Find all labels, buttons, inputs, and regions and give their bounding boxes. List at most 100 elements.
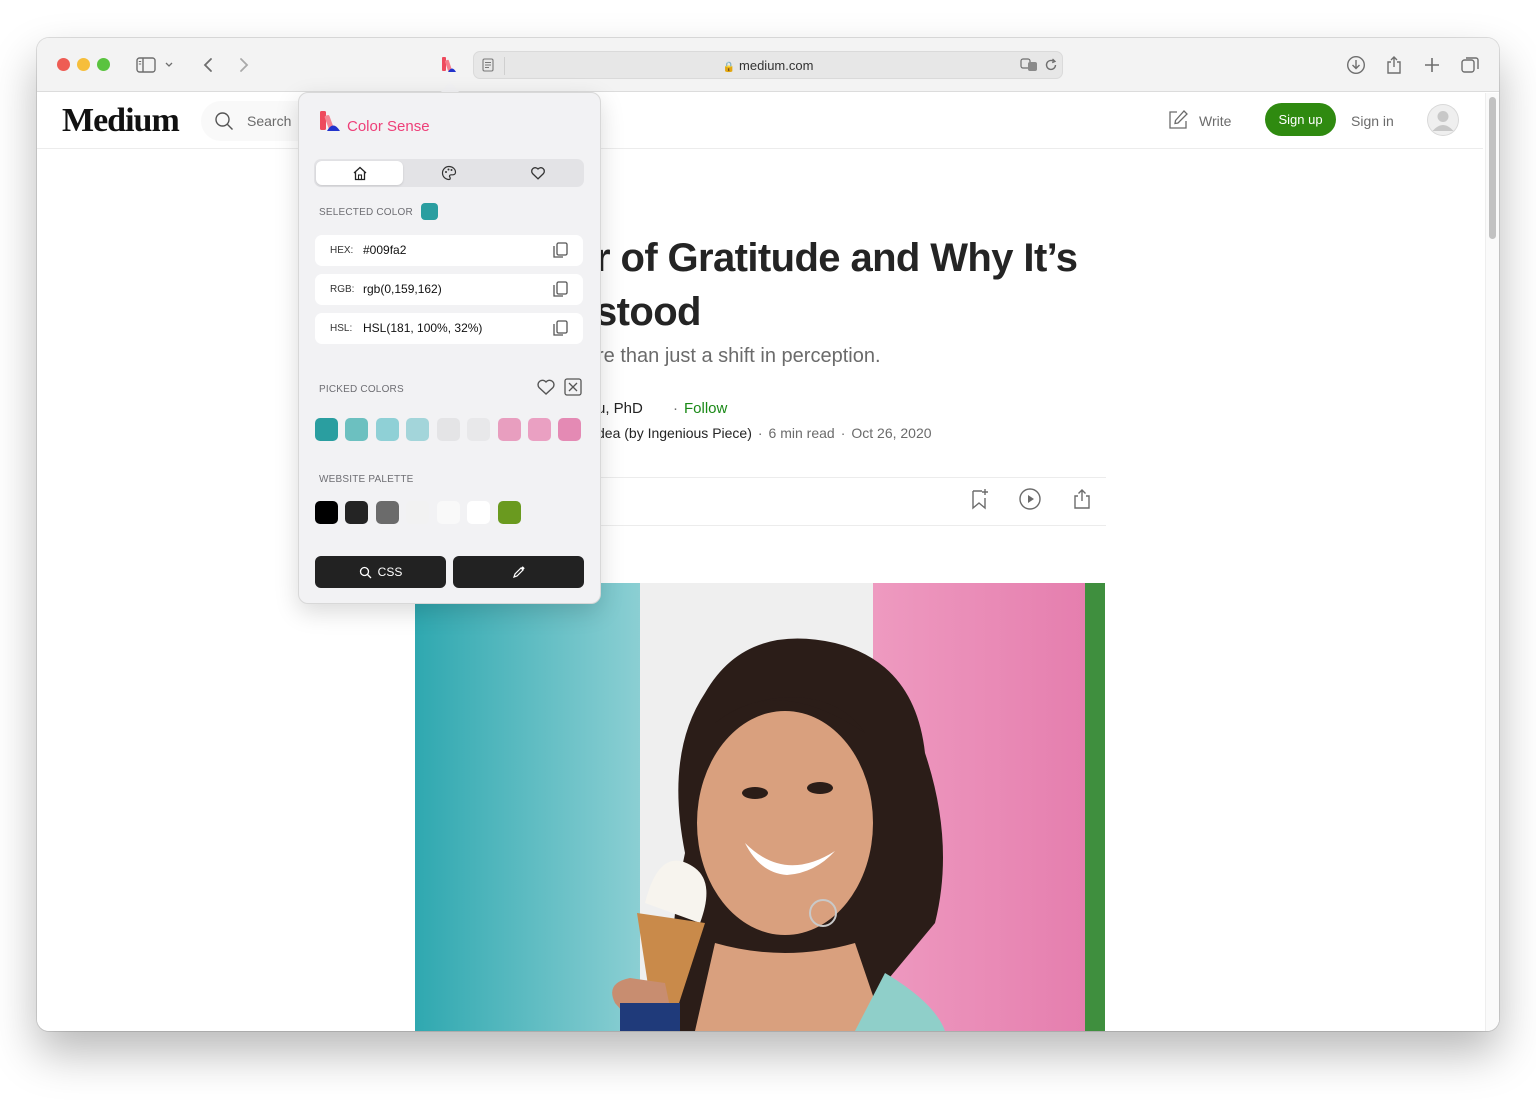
woman-with-ice-cream-illustration (415, 583, 1105, 1031)
picked-color-swatch[interactable] (376, 418, 399, 441)
write-label: Write (1199, 113, 1232, 129)
tab-palette[interactable] (405, 161, 492, 185)
picked-color-swatch[interactable] (558, 418, 581, 441)
tab-home[interactable] (316, 161, 403, 185)
article-meta: dea (by Ingenious Piece) · 6 min read · Oct … (597, 425, 932, 441)
publication-name[interactable]: dea (by Ingenious Piece) (597, 425, 752, 441)
website-palette-label: WEBSITE PALETTE (319, 474, 414, 485)
color-sense-popup: Color Sense SELECTED COLOR HEX: #009fa2 … (298, 92, 601, 604)
separator-dot: · (673, 400, 678, 417)
page-scrollbar[interactable] (1485, 93, 1499, 1031)
browser-toolbar: 🔒 medium.com (37, 38, 1499, 92)
close-window-button[interactable] (57, 58, 70, 71)
sidebar-icon[interactable] (133, 52, 159, 78)
translate-icon[interactable] (1018, 53, 1040, 77)
heart-icon[interactable] (536, 377, 556, 397)
write-button[interactable]: Write (1167, 108, 1237, 134)
rgb-field[interactable]: RGB: rgb(0,159,162) (315, 274, 583, 305)
article-subtitle: re than just a shift in perception. (597, 345, 881, 367)
medium-logo[interactable]: Medium (62, 102, 180, 140)
minimize-window-button[interactable] (77, 58, 90, 71)
picked-color-swatch[interactable] (467, 418, 490, 441)
eyedropper-button[interactable] (453, 556, 584, 588)
download-icon[interactable] (1343, 52, 1369, 78)
publish-date: Oct 26, 2020 (851, 425, 932, 441)
eyedropper-icon (512, 566, 525, 578)
color-sense-extension-icon[interactable] (436, 52, 462, 78)
avatar[interactable] (1427, 104, 1459, 136)
copy-icon[interactable] (551, 319, 569, 337)
separator-dot: · (840, 425, 846, 441)
title-line-2: stood (595, 290, 701, 334)
palette-color-swatch[interactable] (376, 501, 399, 524)
picked-color-swatch[interactable] (345, 418, 368, 441)
lock-icon: 🔒 (722, 62, 736, 73)
article-title: r of Gratitude and Why It’s stood (595, 231, 1078, 339)
follow-label: Follow (684, 400, 728, 417)
css-search-button[interactable]: CSS (315, 556, 446, 588)
copy-icon[interactable] (551, 280, 569, 298)
palette-color-swatch[interactable] (406, 501, 429, 524)
selected-color-label: SELECTED COLOR (319, 207, 413, 218)
actions-divider-bottom (597, 525, 1106, 526)
heart-icon (530, 167, 545, 180)
selected-color-swatch (421, 203, 438, 220)
share-icon[interactable] (1070, 487, 1094, 511)
home-icon (353, 166, 366, 180)
follow-link[interactable]: · Follow (667, 400, 727, 417)
sign-up-button[interactable]: Sign up (1265, 103, 1336, 136)
reload-icon[interactable] (1040, 53, 1062, 77)
url-label: medium.com (739, 58, 814, 73)
article-hero-image (415, 583, 1105, 1031)
hsl-value[interactable]: HSL(181, 100%, 32%) (363, 321, 482, 335)
picked-color-swatch[interactable] (498, 418, 521, 441)
share-icon[interactable] (1381, 52, 1407, 78)
hsl-key: HSL: (330, 323, 353, 334)
plus-icon[interactable] (1419, 52, 1445, 78)
search-label: Search (247, 113, 292, 129)
tabs-icon[interactable] (1457, 52, 1483, 78)
zoom-window-button[interactable] (97, 58, 110, 71)
picked-color-swatch[interactable] (437, 418, 460, 441)
css-button-label: CSS (377, 565, 403, 579)
author-name[interactable]: u, PhD (597, 400, 643, 417)
title-line-1: r of Gratitude and Why It’s (595, 236, 1078, 280)
tab-favorites[interactable] (494, 161, 581, 185)
chevron-down-icon[interactable] (161, 52, 177, 78)
url-text[interactable]: 🔒 medium.com (474, 58, 1062, 73)
medium-header: Medium Search Write Sign up Sign in (37, 93, 1483, 149)
hex-value[interactable]: #009fa2 (363, 243, 406, 257)
palette-icon (441, 165, 456, 181)
rgb-key: RGB: (330, 284, 355, 295)
bookmark-add-icon[interactable] (967, 487, 991, 511)
scrollbar-thumb[interactable] (1489, 97, 1496, 239)
separator-dot: · (757, 425, 763, 441)
forward-icon[interactable] (231, 52, 257, 78)
palette-color-swatch[interactable] (498, 501, 521, 524)
address-bar[interactable]: 🔒 medium.com (473, 51, 1063, 79)
picked-color-swatch[interactable] (528, 418, 551, 441)
rgb-value[interactable]: rgb(0,159,162) (363, 282, 442, 296)
hex-key: HEX: (330, 245, 354, 256)
picked-color-swatch[interactable] (315, 418, 338, 441)
browser-window: 🔒 medium.com Medium Search Write Sign up… (37, 38, 1499, 1031)
clear-icon[interactable] (563, 377, 583, 397)
play-icon[interactable] (1018, 487, 1042, 511)
user-icon (1427, 104, 1459, 136)
copy-icon[interactable] (551, 241, 569, 259)
picked-color-swatch[interactable] (406, 418, 429, 441)
hsl-field[interactable]: HSL: HSL(181, 100%, 32%) (315, 313, 583, 344)
back-icon[interactable] (195, 52, 221, 78)
sign-in-link[interactable]: Sign in (1351, 113, 1394, 129)
pencil-square-icon (1169, 110, 1188, 129)
page-content: Medium Search Write Sign up Sign in r of… (37, 93, 1499, 1031)
palette-color-swatch[interactable] (437, 501, 460, 524)
palette-color-swatch[interactable] (345, 501, 368, 524)
palette-color-swatch[interactable] (467, 501, 490, 524)
search-icon (359, 566, 372, 578)
app-title: Color Sense (347, 118, 430, 135)
palette-color-swatch[interactable] (315, 501, 338, 524)
hex-field[interactable]: HEX: #009fa2 (315, 235, 583, 266)
color-sense-logo-icon (320, 111, 340, 131)
read-time: 6 min read (768, 425, 835, 441)
